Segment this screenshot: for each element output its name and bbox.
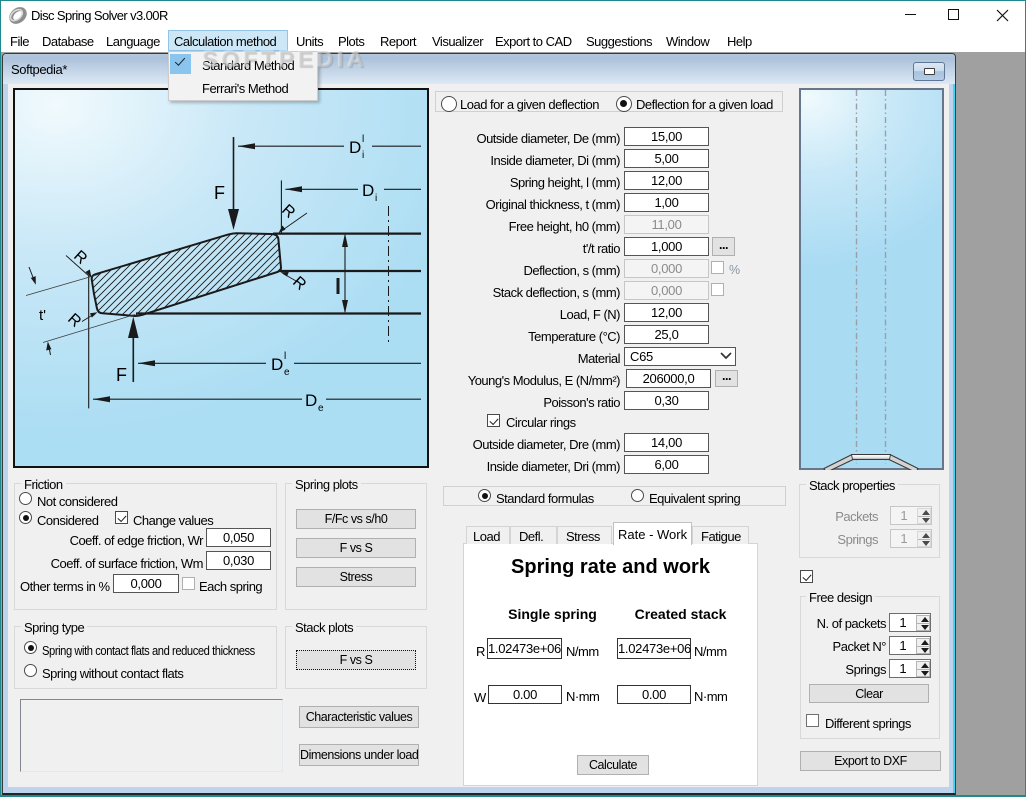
svg-text:t': t' xyxy=(39,307,46,324)
svg-text:e: e xyxy=(284,367,290,378)
svg-text:R: R xyxy=(64,311,84,331)
svg-text:F: F xyxy=(214,183,225,203)
svg-text:D: D xyxy=(271,355,283,374)
svg-text:l: l xyxy=(284,351,286,362)
svg-text:R: R xyxy=(70,248,90,268)
svg-text:F: F xyxy=(116,365,127,385)
